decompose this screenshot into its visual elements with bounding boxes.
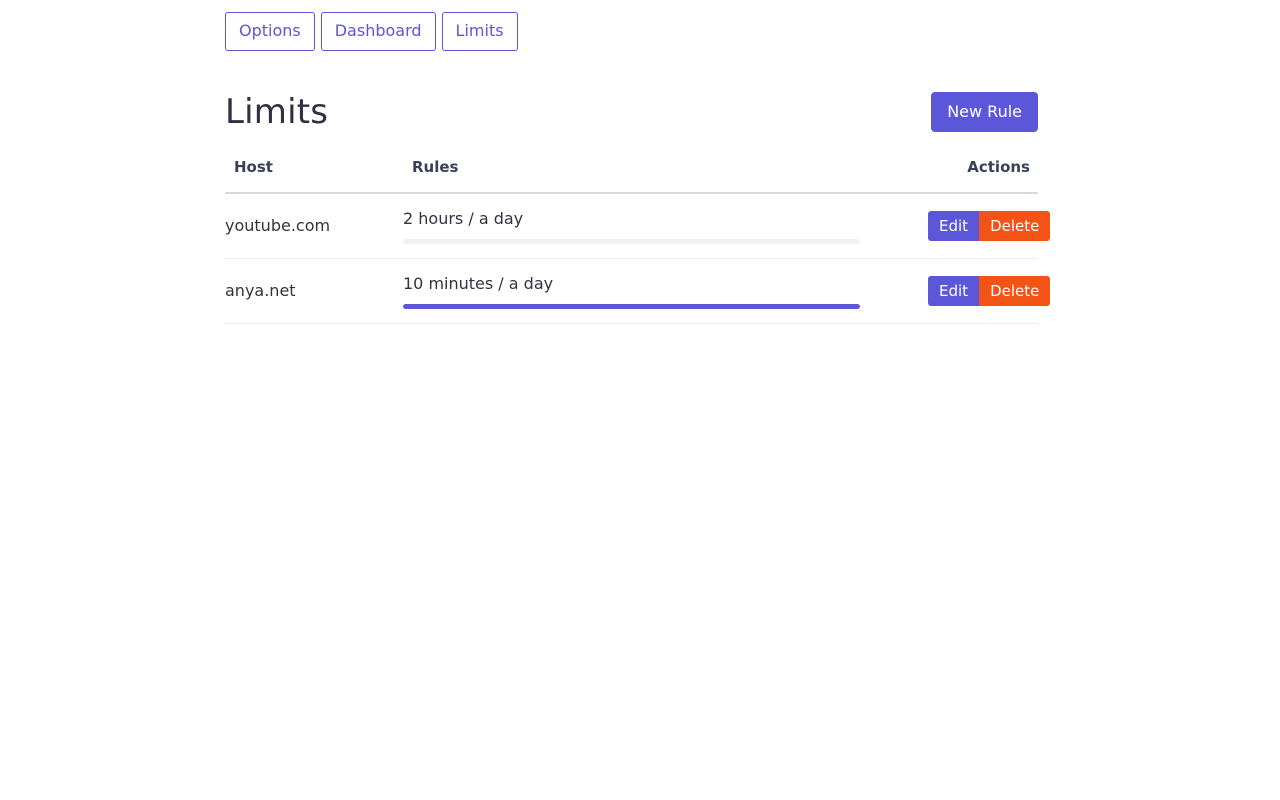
rule-progress-bar — [403, 238, 860, 244]
rule-text: 2 hours / a day — [403, 208, 524, 228]
cell-actions: Edit Delete — [928, 258, 1051, 324]
limits-page: Options Dashboard Limits Limits New Rule… — [0, 0, 1280, 800]
page-title: Limits — [225, 92, 329, 132]
cell-actions: Edit Delete — [928, 193, 1051, 259]
nav-tab-options[interactable]: Options — [225, 12, 315, 51]
nav-tab-limits[interactable]: Limits — [441, 12, 518, 51]
cell-rules: 2 hours / a day — [403, 193, 928, 259]
delete-button[interactable]: Delete — [979, 210, 1051, 241]
edit-button[interactable]: Edit — [928, 210, 980, 241]
table-row: anya.net 10 minutes / a day Edit Delete — [225, 258, 1051, 324]
column-header-host: Host — [225, 158, 403, 194]
new-rule-button[interactable]: New Rule — [931, 92, 1038, 132]
cell-host: anya.net — [225, 258, 403, 324]
column-header-rules: Rules — [403, 158, 928, 194]
rule-wrapper: 10 minutes / a day — [403, 273, 860, 309]
delete-button[interactable]: Delete — [979, 275, 1051, 306]
cell-rules: 10 minutes / a day — [403, 258, 928, 324]
rule-progress-fill — [403, 303, 860, 309]
page-header: Limits New Rule — [225, 88, 1038, 136]
main-navigation: Options Dashboard Limits — [225, 12, 518, 51]
rule-wrapper: 2 hours / a day — [403, 208, 860, 244]
nav-tab-dashboard[interactable]: Dashboard — [320, 12, 436, 51]
table-body: youtube.com 2 hours / a day Edit Delete — [225, 193, 1051, 324]
table-header-row: Host Rules Actions — [225, 158, 1038, 194]
rule-progress-bar — [403, 303, 860, 309]
table-row: youtube.com 2 hours / a day Edit Delete — [225, 193, 1051, 259]
edit-button[interactable]: Edit — [928, 275, 980, 306]
row-action-group: Edit Delete — [928, 275, 1051, 306]
rule-text: 10 minutes / a day — [403, 273, 554, 293]
cell-host: youtube.com — [225, 193, 403, 259]
row-action-group: Edit Delete — [928, 210, 1051, 241]
column-header-actions: Actions — [928, 158, 1038, 194]
table-header: Host Rules Actions — [225, 158, 1038, 194]
limits-table: Host Rules Actions youtube.com 2 hours /… — [225, 158, 1051, 324]
